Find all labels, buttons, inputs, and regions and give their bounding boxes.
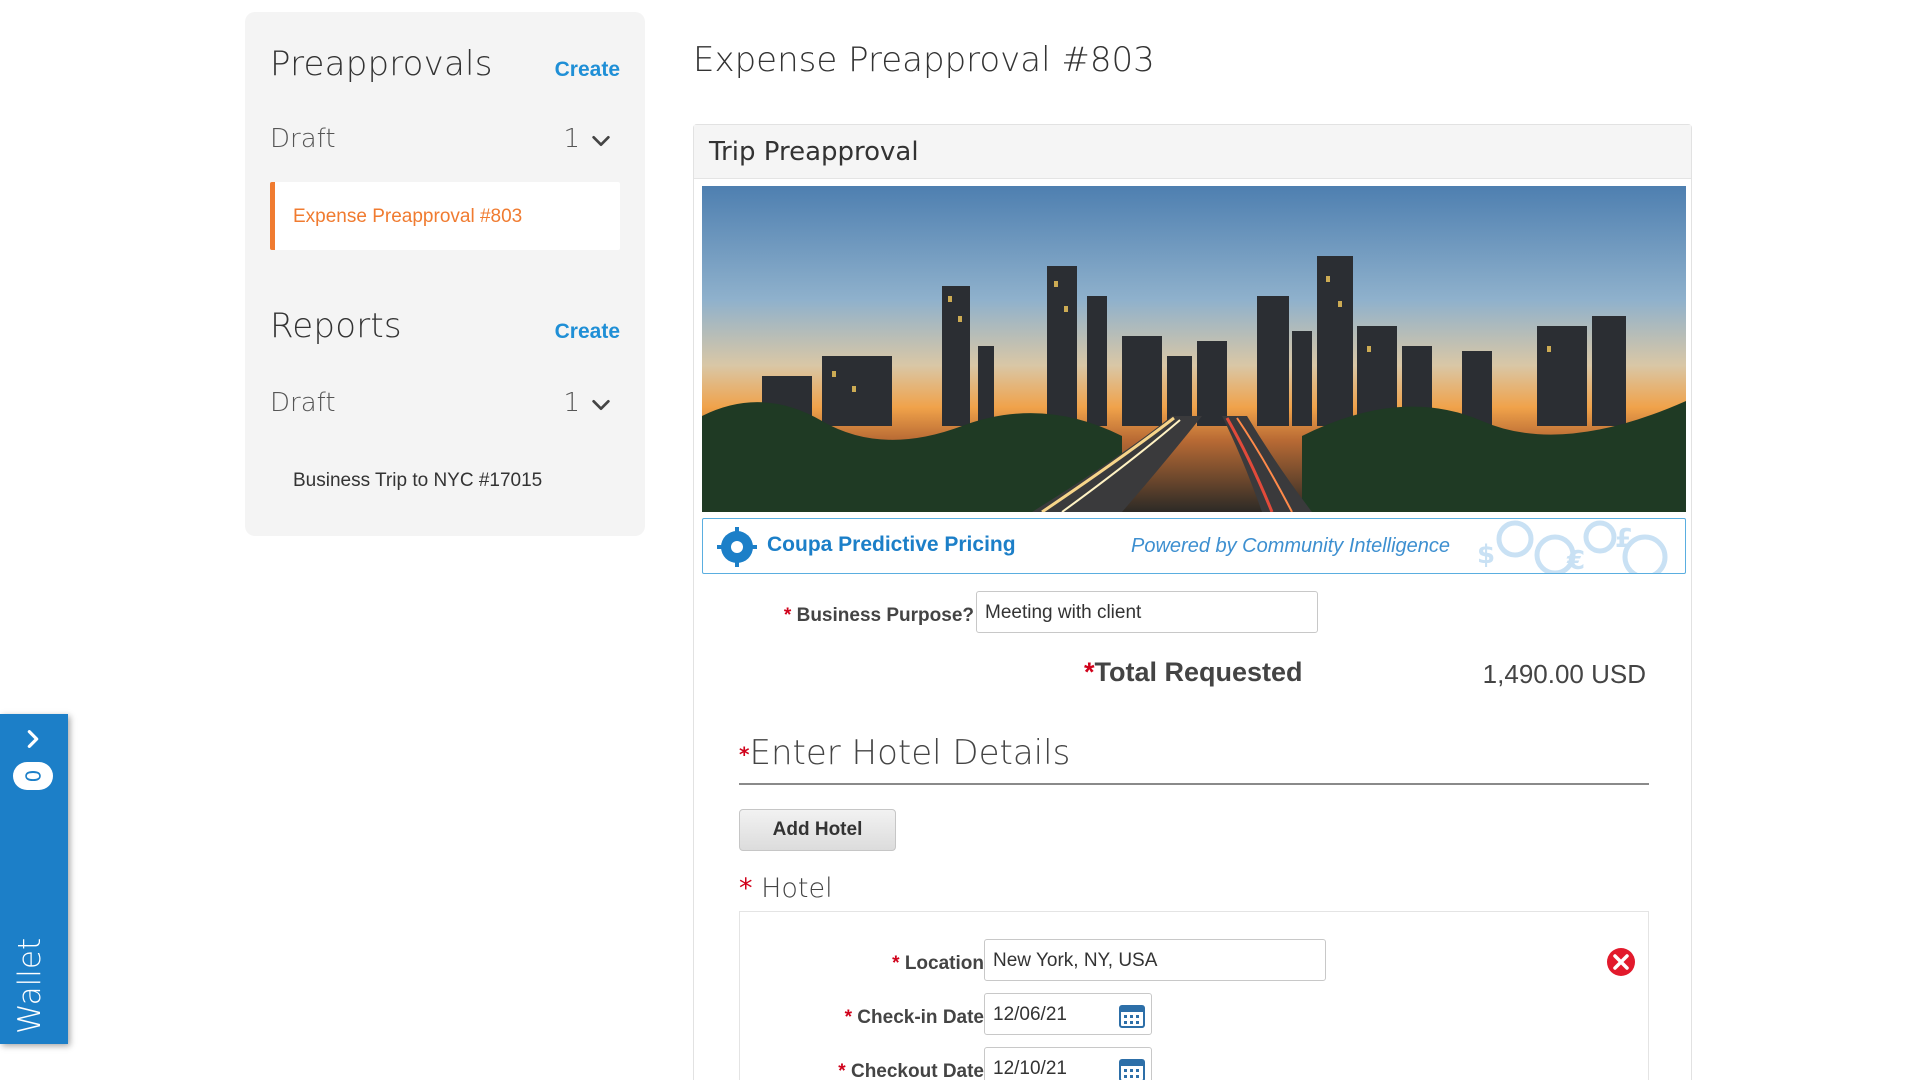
draft-count: 1 bbox=[563, 388, 580, 418]
calendar-icon[interactable] bbox=[1119, 1002, 1145, 1028]
required-marker: * bbox=[1084, 657, 1095, 687]
checkin-date-input[interactable]: 12/06/21 bbox=[984, 993, 1152, 1035]
section-divider bbox=[739, 783, 1649, 785]
required-marker: * bbox=[892, 953, 900, 974]
hotel-heading: * Hotel bbox=[739, 873, 833, 904]
location-label: * Location bbox=[794, 953, 984, 975]
add-hotel-button[interactable]: Add Hotel bbox=[739, 809, 896, 851]
predictive-pricing-banner: Coupa Predictive Pricing Powered by Comm… bbox=[702, 518, 1686, 574]
trip-preapproval-card: Trip Preapproval Coupa Predictive Pricin… bbox=[693, 124, 1692, 1080]
calendar-icon[interactable] bbox=[1119, 1056, 1145, 1080]
page-title: Expense Preapproval #803 bbox=[693, 40, 1155, 80]
city-skyline-image bbox=[702, 186, 1686, 512]
required-marker: * bbox=[783, 605, 792, 626]
business-purpose-label-text: Business Purpose? bbox=[796, 605, 974, 626]
wallet-tab[interactable]: 0 Wallet bbox=[0, 714, 68, 1044]
svg-text:$: $ bbox=[1477, 540, 1495, 570]
total-requested-label: *Total Requested bbox=[1084, 657, 1303, 688]
required-marker: * bbox=[739, 742, 750, 767]
sidebar-item-expense-preapproval[interactable]: Expense Preapproval #803 bbox=[270, 182, 620, 250]
checkout-label-text: Checkout Date bbox=[850, 1061, 984, 1080]
draft-label: Draft bbox=[270, 124, 336, 154]
reports-title: Reports bbox=[270, 306, 402, 346]
wallet-count: 0 bbox=[20, 769, 45, 783]
location-input[interactable]: New York, NY, USA bbox=[984, 939, 1326, 981]
pricing-title: Coupa Predictive Pricing bbox=[767, 533, 1016, 556]
wallet-count-badge: 0 bbox=[13, 762, 53, 790]
sidebar-item-label: Expense Preapproval #803 bbox=[293, 206, 523, 227]
sidebar: Preapprovals Create Draft 1 Expense Prea… bbox=[245, 12, 645, 536]
svg-text:€: € bbox=[1566, 546, 1585, 574]
chevron-right-icon[interactable] bbox=[22, 728, 44, 750]
svg-text:£: £ bbox=[1615, 524, 1633, 554]
wallet-label: Wallet bbox=[12, 937, 48, 1034]
preapprovals-header: Preapprovals Create bbox=[270, 44, 620, 94]
checkin-label: * Check-in Date bbox=[774, 1007, 984, 1029]
required-marker: * bbox=[739, 873, 753, 904]
checkout-label: * Checkout Date bbox=[774, 1061, 984, 1080]
total-requested-text: Total Requested bbox=[1094, 657, 1303, 687]
hotel-heading-text: Hotel bbox=[761, 873, 833, 904]
hotel-entry bbox=[739, 911, 1649, 1080]
draft-count: 1 bbox=[563, 124, 580, 154]
business-purpose-input[interactable]: Meeting with client bbox=[976, 591, 1318, 633]
sidebar-item-business-trip[interactable]: Business Trip to NYC #17015 bbox=[293, 470, 542, 492]
location-label-text: Location bbox=[904, 953, 984, 974]
preapprovals-draft-toggle[interactable]: Draft 1 bbox=[270, 124, 620, 164]
card-title: Trip Preapproval bbox=[694, 125, 1691, 179]
checkin-date-value: 12/06/21 bbox=[993, 1004, 1067, 1025]
required-marker: * bbox=[838, 1061, 846, 1080]
required-marker: * bbox=[844, 1007, 853, 1028]
create-report-link[interactable]: Create bbox=[555, 320, 620, 344]
remove-hotel-icon[interactable] bbox=[1606, 947, 1636, 977]
draft-label: Draft bbox=[270, 388, 336, 418]
create-preapproval-link[interactable]: Create bbox=[555, 58, 620, 82]
preapprovals-title: Preapprovals bbox=[270, 44, 493, 84]
currency-pattern-icon: $ £ € bbox=[1477, 520, 1668, 574]
pricing-subtitle: Powered by Community Intelligence bbox=[1131, 535, 1451, 557]
reports-draft-toggle[interactable]: Draft 1 bbox=[270, 388, 620, 428]
chevron-down-icon[interactable] bbox=[590, 130, 612, 152]
reports-header: Reports Create bbox=[270, 306, 620, 356]
checkout-date-value: 12/10/21 bbox=[993, 1058, 1067, 1079]
checkin-label-text: Check-in Date bbox=[857, 1007, 984, 1028]
hotel-section-title: *Enter Hotel Details bbox=[739, 733, 1070, 773]
checkout-date-input[interactable]: 12/10/21 bbox=[984, 1047, 1152, 1080]
total-requested-value: 1,490.00 USD bbox=[1482, 659, 1646, 689]
business-purpose-label: * Business Purpose? bbox=[764, 605, 974, 627]
brain-gear-icon bbox=[717, 527, 757, 567]
hotel-section-title-text: Enter Hotel Details bbox=[749, 733, 1071, 773]
chevron-down-icon[interactable] bbox=[590, 394, 612, 416]
